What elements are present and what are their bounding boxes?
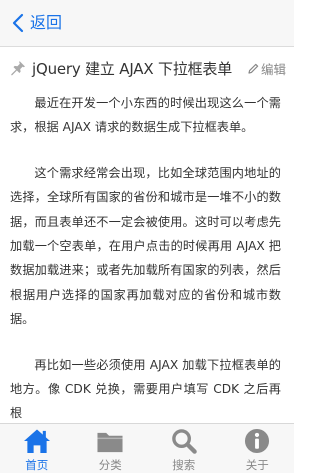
top-navigation-bar: 返回 [0,0,294,47]
article-body[interactable]: 最近在开发一个小东西的时候出现这么一个需求，根据 AJAX 请求的数据生成下拉框… [0,89,294,423]
tab-categories[interactable]: 分类 [74,424,148,473]
back-button[interactable]: 返回 [12,13,62,33]
article-paragraph: 最近在开发一个小东西的时候出现这么一个需求，根据 AJAX 请求的数据生成下拉框… [10,96,281,135]
tab-about[interactable]: 关于 [221,424,295,473]
article-title: jQuery 建立 AJAX 下拉框表单 [32,59,233,78]
chevron-left-icon [12,13,24,33]
info-icon [245,428,270,454]
tab-home[interactable]: 首页 [0,424,74,473]
search-icon [171,429,197,454]
back-button-label: 返回 [30,13,63,32]
tab-about-label: 关于 [245,458,269,472]
tab-search[interactable]: 搜索 [147,424,221,473]
tab-home-label: 首页 [25,458,49,472]
edit-button-label: 编辑 [260,61,286,77]
tab-search-label: 搜索 [172,458,196,472]
edit-button[interactable]: 编辑 [248,59,286,78]
article-paragraph: 这个需求经常会出现，比如全球范围内地址的选择，全球所有国家的省份和城市是一堆不小… [10,165,281,327]
bottom-tab-bar: 首页 分类 搜索 关于 [0,423,294,473]
tab-categories-label: 分类 [98,458,122,472]
pin-icon [11,61,25,76]
article-header: jQuery 建立 AJAX 下拉框表单 编辑 [0,47,294,89]
home-icon [23,429,50,454]
pencil-icon [248,63,259,74]
article-paragraph: 再比如一些必须使用 AJAX 加载下拉框表单的地方。像 CDK 兑换，需要用户填… [10,357,281,421]
folder-icon [97,432,123,453]
